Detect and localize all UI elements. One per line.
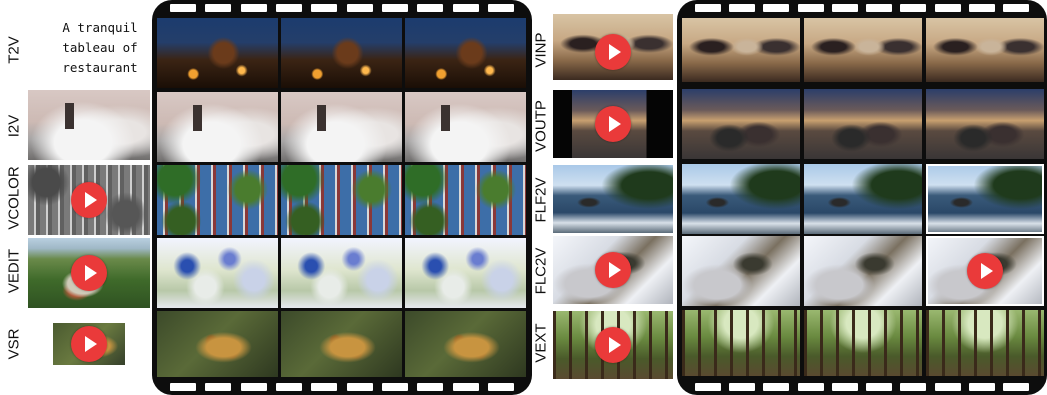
play-icon[interactable]	[595, 327, 631, 363]
vinp-frame	[682, 18, 800, 82]
vcolor-input-video[interactable]	[28, 165, 150, 235]
task-label-vinp: VINP	[532, 32, 550, 68]
vcolor-frame	[281, 165, 402, 235]
t2v-frame	[281, 18, 402, 88]
play-icon[interactable]	[595, 106, 631, 142]
vedit-frame	[157, 238, 278, 308]
i2v-frame	[157, 92, 278, 162]
flc2v-frame	[804, 236, 922, 306]
task-label-vsr: VSR	[5, 328, 23, 360]
task-label-voutp: VOUTP	[532, 100, 550, 152]
flf2v-frame	[804, 164, 922, 234]
i2v-input-image	[28, 90, 150, 160]
vcolor-frame	[405, 165, 526, 235]
task-label-vext: VEXT	[532, 323, 550, 363]
voutp-frame	[804, 89, 922, 159]
flf2v-frame	[682, 164, 800, 234]
voutp-frame	[682, 89, 800, 159]
task-label-vedit: VEDIT	[5, 248, 23, 294]
t2v-frame	[157, 18, 278, 88]
play-icon[interactable]	[967, 253, 1003, 289]
left-film-strip	[152, 0, 532, 395]
vedit-frame	[281, 238, 402, 308]
film-perforations-bottom	[170, 383, 514, 391]
vcolor-frame	[157, 165, 278, 235]
vsr-input-video[interactable]	[53, 323, 125, 365]
flc2v-frame	[682, 236, 800, 306]
vsr-frame	[405, 311, 526, 377]
flc2v-input-video[interactable]	[553, 236, 673, 304]
flf2v-frame	[926, 164, 1044, 234]
vext-input-video[interactable]	[553, 311, 673, 379]
task-label-i2v: I2V	[5, 114, 23, 138]
play-icon[interactable]	[71, 182, 107, 218]
t2v-frame	[405, 18, 526, 88]
vsr-frame	[281, 311, 402, 377]
task-label-vcolor: VCOLOR	[5, 166, 23, 230]
play-icon[interactable]	[595, 252, 631, 288]
right-film-strip	[677, 0, 1047, 395]
vext-frame	[682, 310, 800, 376]
vext-frame	[926, 310, 1044, 376]
vedit-frame	[405, 238, 526, 308]
voutp-input-video[interactable]	[553, 90, 673, 158]
play-icon[interactable]	[595, 34, 631, 70]
play-icon[interactable]	[71, 255, 107, 291]
vext-frame	[804, 310, 922, 376]
t2v-prompt-text: A tranquil tableau of restaurant	[62, 20, 138, 75]
flc2v-frame[interactable]	[926, 236, 1044, 306]
vinp-frame	[926, 18, 1044, 82]
task-label-flf2v: FLF2V	[532, 177, 550, 223]
task-label-t2v: T2V	[5, 36, 23, 64]
i2v-frame	[281, 92, 402, 162]
film-perforations-bottom	[695, 383, 1029, 391]
voutp-frame	[926, 89, 1044, 159]
vinp-input-video[interactable]	[553, 14, 673, 80]
film-perforations-top	[695, 4, 1029, 12]
play-icon[interactable]	[71, 326, 107, 362]
flf2v-input-image	[553, 165, 673, 233]
vinp-frame	[804, 18, 922, 82]
task-label-flc2v: FLC2V	[532, 247, 550, 295]
vedit-input-video[interactable]	[28, 238, 150, 308]
i2v-frame	[405, 92, 526, 162]
vsr-frame	[157, 311, 278, 377]
film-perforations-top	[170, 4, 514, 12]
